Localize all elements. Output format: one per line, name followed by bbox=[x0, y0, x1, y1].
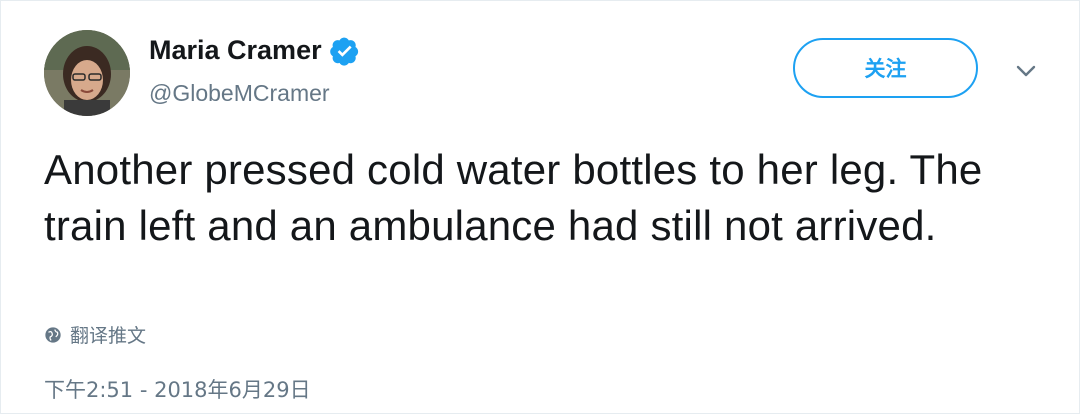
user-avatar[interactable] bbox=[44, 30, 130, 116]
globe-icon bbox=[45, 326, 61, 343]
tweet-timestamp[interactable]: 下午2:51 - 2018年6月29日 bbox=[44, 374, 311, 404]
tweet-card: Maria Cramer @GlobeMCramer 关注 Another pr… bbox=[0, 0, 1080, 414]
translate-tweet-link[interactable]: 翻译推文 bbox=[44, 321, 146, 348]
translate-label[interactable]: 翻译推文 bbox=[70, 321, 146, 348]
user-handle[interactable]: @GlobeMCramer bbox=[149, 80, 330, 107]
display-name[interactable]: Maria Cramer bbox=[149, 35, 322, 66]
user-name-row[interactable]: Maria Cramer bbox=[149, 35, 360, 66]
follow-button[interactable]: 关注 bbox=[793, 38, 978, 98]
avatar-image bbox=[44, 30, 130, 116]
chevron-down-icon[interactable] bbox=[1011, 56, 1041, 86]
verified-badge-icon bbox=[329, 37, 358, 66]
tweet-text: Another pressed cold water bottles to he… bbox=[44, 146, 983, 249]
